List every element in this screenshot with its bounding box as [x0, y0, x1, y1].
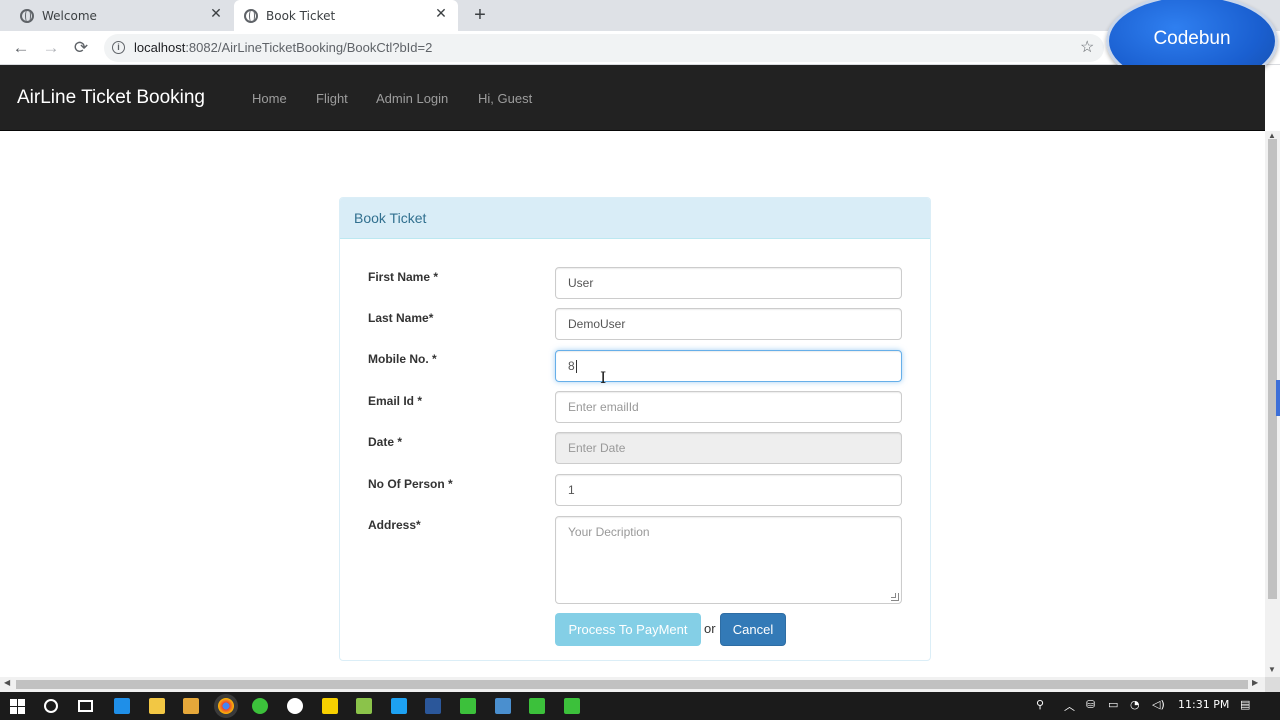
globe-icon: [244, 8, 258, 23]
edge-icon[interactable]: [114, 698, 130, 714]
nav-admin-login[interactable]: Admin Login: [376, 91, 448, 106]
chrome-icon[interactable]: [217, 698, 234, 714]
task-view-icon[interactable]: [78, 700, 93, 712]
window-edge-accent: [1276, 380, 1280, 416]
tab-welcome[interactable]: Welcome ✕: [0, 0, 233, 31]
url-text: localhost:8082/AirLineTicketBooking/Book…: [134, 40, 432, 55]
network-icon[interactable]: ⛁: [1086, 698, 1095, 711]
horizontal-scroll-thumb[interactable]: [16, 680, 1248, 689]
word-icon[interactable]: [460, 698, 476, 714]
first-name-label: First Name *: [368, 270, 439, 284]
scroll-down-icon[interactable]: ▼: [1268, 665, 1276, 674]
scrollbar-corner: [1265, 677, 1280, 692]
scroll-right-icon[interactable]: ▶: [1252, 678, 1258, 687]
address-textarea[interactable]: Your Decription: [555, 516, 902, 604]
tray-chevron-icon[interactable]: ︿: [1064, 698, 1075, 714]
close-icon[interactable]: ✕: [207, 6, 225, 22]
address-label: Address*: [368, 518, 421, 532]
last-name-label: Last Name*: [368, 311, 434, 325]
app-icon[interactable]: [287, 698, 303, 714]
tab-book-ticket[interactable]: Book Ticket ✕: [234, 0, 458, 31]
reload-icon[interactable]: ⟳: [70, 37, 92, 59]
wifi-icon[interactable]: ◔: [1130, 698, 1140, 711]
close-icon[interactable]: ✕: [432, 6, 450, 22]
nav-greeting[interactable]: Hi, Guest: [478, 91, 532, 106]
mobile-label: Mobile No. *: [368, 352, 437, 366]
windows-taskbar: ⚲ ︿ ⛁ ▭ ◔ ◁) 11:31 PM ▤: [0, 692, 1280, 720]
back-icon[interactable]: ←: [10, 37, 32, 59]
globe-icon: [20, 8, 34, 23]
info-icon[interactable]: i: [112, 41, 125, 54]
date-input[interactable]: Enter Date: [555, 432, 902, 464]
persons-input[interactable]: 1: [555, 474, 902, 506]
cancel-button[interactable]: Cancel: [720, 613, 786, 646]
mobile-input[interactable]: 8: [555, 350, 902, 382]
date-label: Date *: [368, 435, 403, 449]
brand-link[interactable]: AirLine Ticket Booking: [17, 87, 205, 109]
address-bar[interactable]: i localhost:8082/AirLineTicketBooking/Bo…: [104, 34, 1104, 62]
notepad-icon[interactable]: [390, 698, 407, 714]
text-cursor-icon: I: [600, 368, 607, 387]
first-name-input[interactable]: User: [555, 267, 902, 299]
vpn-icon[interactable]: [529, 698, 546, 714]
url-path: :8082/AirLineTicketBooking/BookCtl?bId=2: [185, 40, 433, 55]
store-icon[interactable]: [183, 698, 200, 714]
camtasia-icon[interactable]: [563, 698, 580, 714]
tab-title: Welcome: [42, 8, 97, 23]
book-ticket-panel: Book Ticket First Name * User Last Name*…: [339, 197, 931, 661]
nav-home[interactable]: Home: [252, 91, 287, 106]
scroll-left-icon[interactable]: ◀: [4, 678, 10, 687]
url-host: localhost: [134, 40, 186, 55]
or-text: or: [704, 621, 716, 636]
bookmark-star-icon[interactable]: ☆: [1080, 37, 1094, 57]
panel-title: Book Ticket: [340, 198, 930, 239]
site-navbar: AirLine Ticket Booking Home Flight Admin…: [0, 65, 1265, 131]
folder-icon[interactable]: [356, 698, 373, 714]
text-caret: [575, 359, 577, 373]
resize-grip-icon[interactable]: [891, 593, 899, 601]
last-name-input[interactable]: DemoUser: [555, 308, 902, 340]
notifications-icon[interactable]: ▤: [1240, 698, 1250, 711]
address-placeholder: Your Decription: [568, 525, 650, 539]
persons-label: No Of Person *: [368, 477, 453, 491]
email-label: Email Id *: [368, 394, 423, 408]
process-payment-button[interactable]: Process To PayMent: [555, 613, 701, 646]
horizontal-scrollbar[interactable]: ◀ ▶: [0, 677, 1265, 692]
vertical-scroll-thumb[interactable]: [1268, 139, 1277, 599]
new-tab-button[interactable]: +: [470, 4, 490, 27]
tab-title: Book Ticket: [266, 8, 336, 23]
battery-icon[interactable]: ▭: [1108, 698, 1118, 711]
taskbar-clock[interactable]: 11:31 PM: [1178, 698, 1229, 711]
mobile-value: 8: [568, 359, 575, 373]
email-input[interactable]: Enter emailId: [555, 391, 902, 423]
mail-icon[interactable]: [321, 698, 338, 714]
nav-flight[interactable]: Flight: [316, 91, 348, 106]
people-icon[interactable]: ⚲: [1036, 698, 1044, 711]
forward-icon[interactable]: →: [40, 37, 62, 59]
app-icon[interactable]: [494, 698, 511, 714]
tab-strip: Welcome ✕ Book Ticket ✕ +: [0, 0, 1280, 31]
firefox-icon[interactable]: [252, 698, 269, 714]
windows-start-icon[interactable]: [10, 699, 25, 714]
file-explorer-icon[interactable]: [148, 698, 165, 714]
volume-icon[interactable]: ◁): [1152, 698, 1165, 711]
cortana-icon[interactable]: [44, 699, 58, 713]
skype-icon[interactable]: [425, 698, 442, 714]
